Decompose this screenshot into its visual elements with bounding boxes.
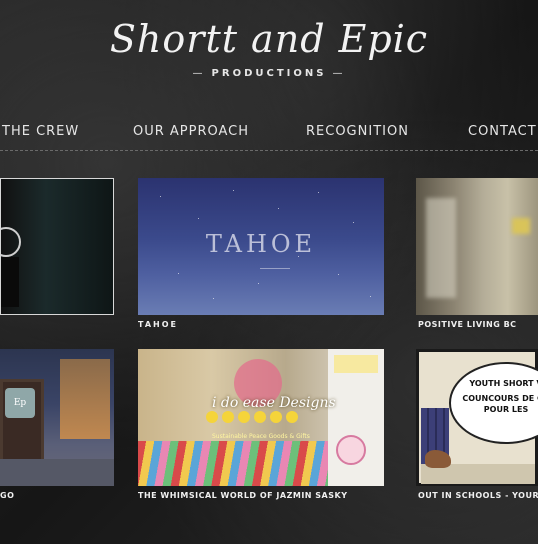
title-underline xyxy=(260,268,290,269)
project-label-positive-living-bc[interactable]: POSITIVE LIVING BC xyxy=(418,320,517,329)
thumbnail-brand-subtext: Sustainable Peace Goods & Gifts xyxy=(212,433,310,440)
site-logo[interactable]: Shortt and Epic PRODUCTIONS xyxy=(0,12,538,79)
project-thumbnail-blurred xyxy=(416,178,538,315)
silhouette xyxy=(1,257,19,307)
project-thumbnail-craft: i do ease Designs Sustainable Peace Good… xyxy=(138,349,384,486)
project-tile-whimsical-world[interactable]: i do ease Designs Sustainable Peace Good… xyxy=(138,349,384,486)
thumbnail-brand-text: i do ease Designs xyxy=(212,395,336,411)
nav-item-recognition[interactable]: RECOGNITION xyxy=(306,124,409,139)
blur-shape xyxy=(426,198,456,298)
project-tile-tahoe[interactable]: TAHOE xyxy=(138,178,384,315)
bubble-line-3: POUR LES xyxy=(483,405,529,414)
comic-creature xyxy=(425,450,451,468)
project-thumbnail-starfield: TAHOE xyxy=(138,178,384,315)
bubble-line-2: COUNCOURS DE CO xyxy=(462,394,538,403)
project-tile-tv[interactable]: Ep xyxy=(0,349,114,486)
tv-set: Ep xyxy=(0,379,44,465)
project-tile-dark-room[interactable] xyxy=(0,178,114,315)
nav-divider xyxy=(0,150,538,151)
project-thumbnail-street: Ep xyxy=(0,349,114,486)
nav-item-our-approach[interactable]: OUR APPROACH xyxy=(133,124,249,139)
thumbnail-title-text: TAHOE xyxy=(205,230,317,258)
street-ground xyxy=(0,459,114,486)
lit-building xyxy=(60,359,110,439)
card-top xyxy=(334,355,378,373)
project-thumbnail-comic: YOUTH SHORT V COUNCOURS DE CO POUR LES xyxy=(416,349,538,486)
project-thumbnail xyxy=(1,179,113,314)
smiley-row xyxy=(206,411,316,425)
card-stack xyxy=(328,349,384,486)
card-face xyxy=(336,435,366,465)
nav-item-the-crew[interactable]: THE CREW xyxy=(2,124,79,139)
logo-script-text: Shortt and Epic xyxy=(109,17,429,61)
project-label-go[interactable]: GO xyxy=(0,491,14,500)
striped-fabric xyxy=(138,441,328,486)
speech-bubble: YOUTH SHORT V COUNCOURS DE CO POUR LES xyxy=(449,362,538,444)
ring-graphic xyxy=(1,227,21,257)
project-label-tahoe[interactable]: TAHOE xyxy=(138,320,178,329)
tv-screen: Ep xyxy=(5,388,35,418)
project-tile-out-in-schools[interactable]: YOUTH SHORT V COUNCOURS DE CO POUR LES xyxy=(416,349,538,486)
project-tile-positive-living-bc[interactable] xyxy=(416,178,538,315)
bubble-line-1: YOUTH SHORT V xyxy=(469,379,538,388)
yellow-sign xyxy=(512,218,530,234)
nav-item-contact[interactable]: CONTACT xyxy=(468,124,537,139)
project-label-whimsical-world[interactable]: THE WHIMSICAL WORLD OF JAZMIN SASKY xyxy=(138,491,348,500)
logo-subtitle: PRODUCTIONS xyxy=(0,68,538,79)
project-label-out-in-schools[interactable]: OUT IN SCHOOLS - YOUR VI xyxy=(418,491,538,500)
main-nav: THE CREW OUR APPROACH RECOGNITION CONTAC… xyxy=(0,124,538,142)
